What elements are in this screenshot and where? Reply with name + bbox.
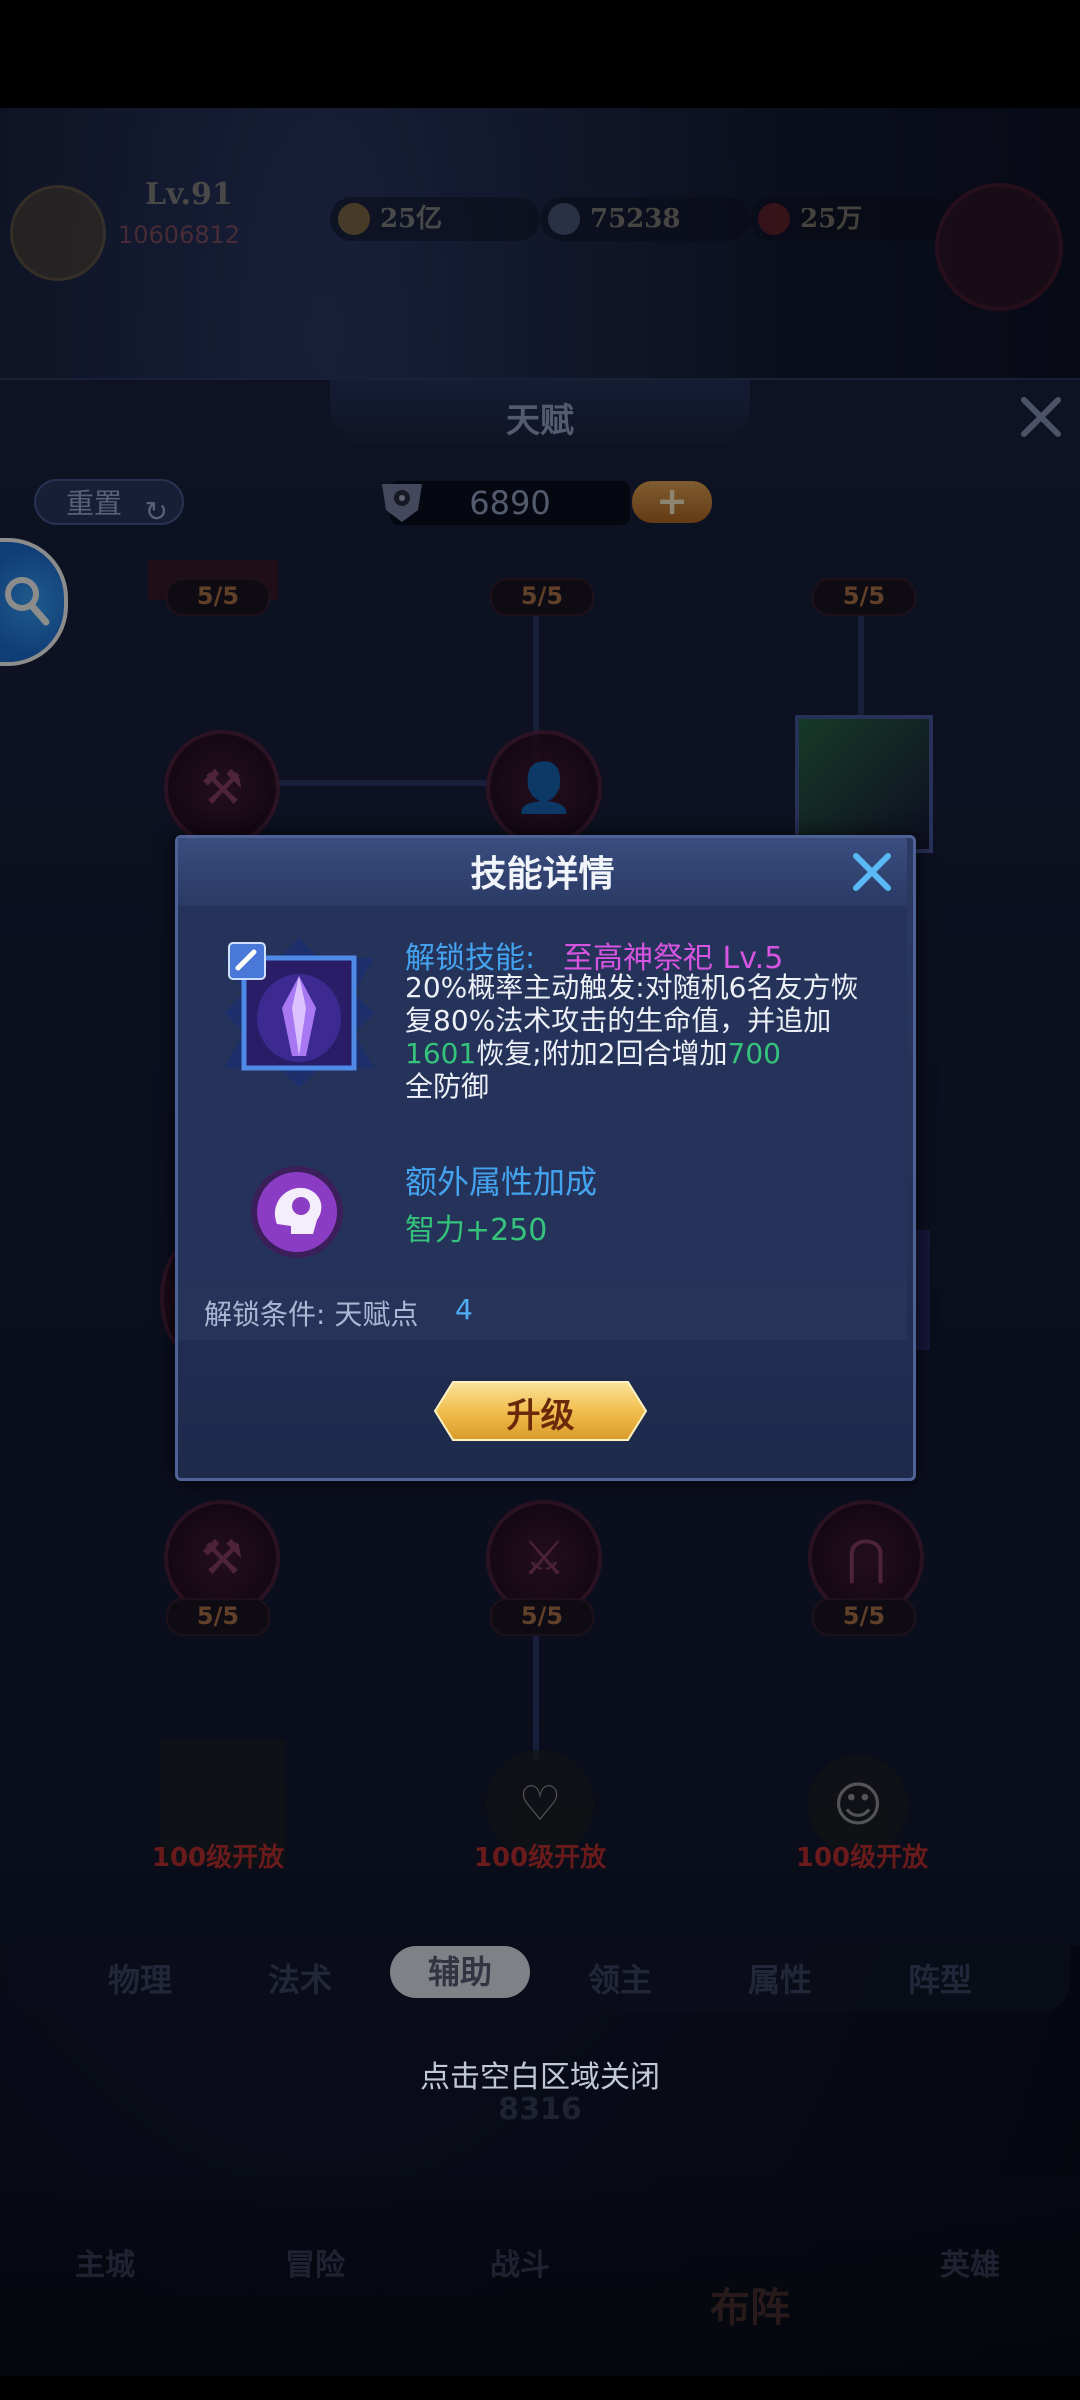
upgrade-label: 升级: [506, 1396, 575, 1436]
defense-value: 700: [727, 1037, 781, 1070]
heal-value: 1601: [405, 1037, 477, 1070]
skill-desc-text: 20%概率主动触发:对随机6名友方恢复80%法术攻击的生命值，并追加: [405, 971, 859, 1037]
dialog-close-icon[interactable]: [848, 848, 896, 896]
close-hint: 点击空白区域关闭: [420, 2060, 660, 2095]
extra-attribute-value: 智力+250: [405, 1213, 548, 1248]
skill-desc-text: 恢复;附加2回合增加: [476, 1037, 728, 1070]
intelligence-icon: [251, 1166, 343, 1258]
extra-attribute-title: 额外属性加成: [405, 1163, 598, 1201]
skill-desc-text: 全防御: [405, 1070, 490, 1103]
skill-crystal-icon[interactable]: [224, 938, 374, 1088]
dialog-title: 技能详情: [470, 854, 615, 895]
skill-description: 20%概率主动触发:对随机6名友方恢复80%法术攻击的生命值，并追加1601恢复…: [405, 971, 885, 1103]
unlock-condition-value: 4: [455, 1293, 473, 1326]
unlock-condition-label: 解锁条件: 天赋点: [204, 1298, 419, 1331]
